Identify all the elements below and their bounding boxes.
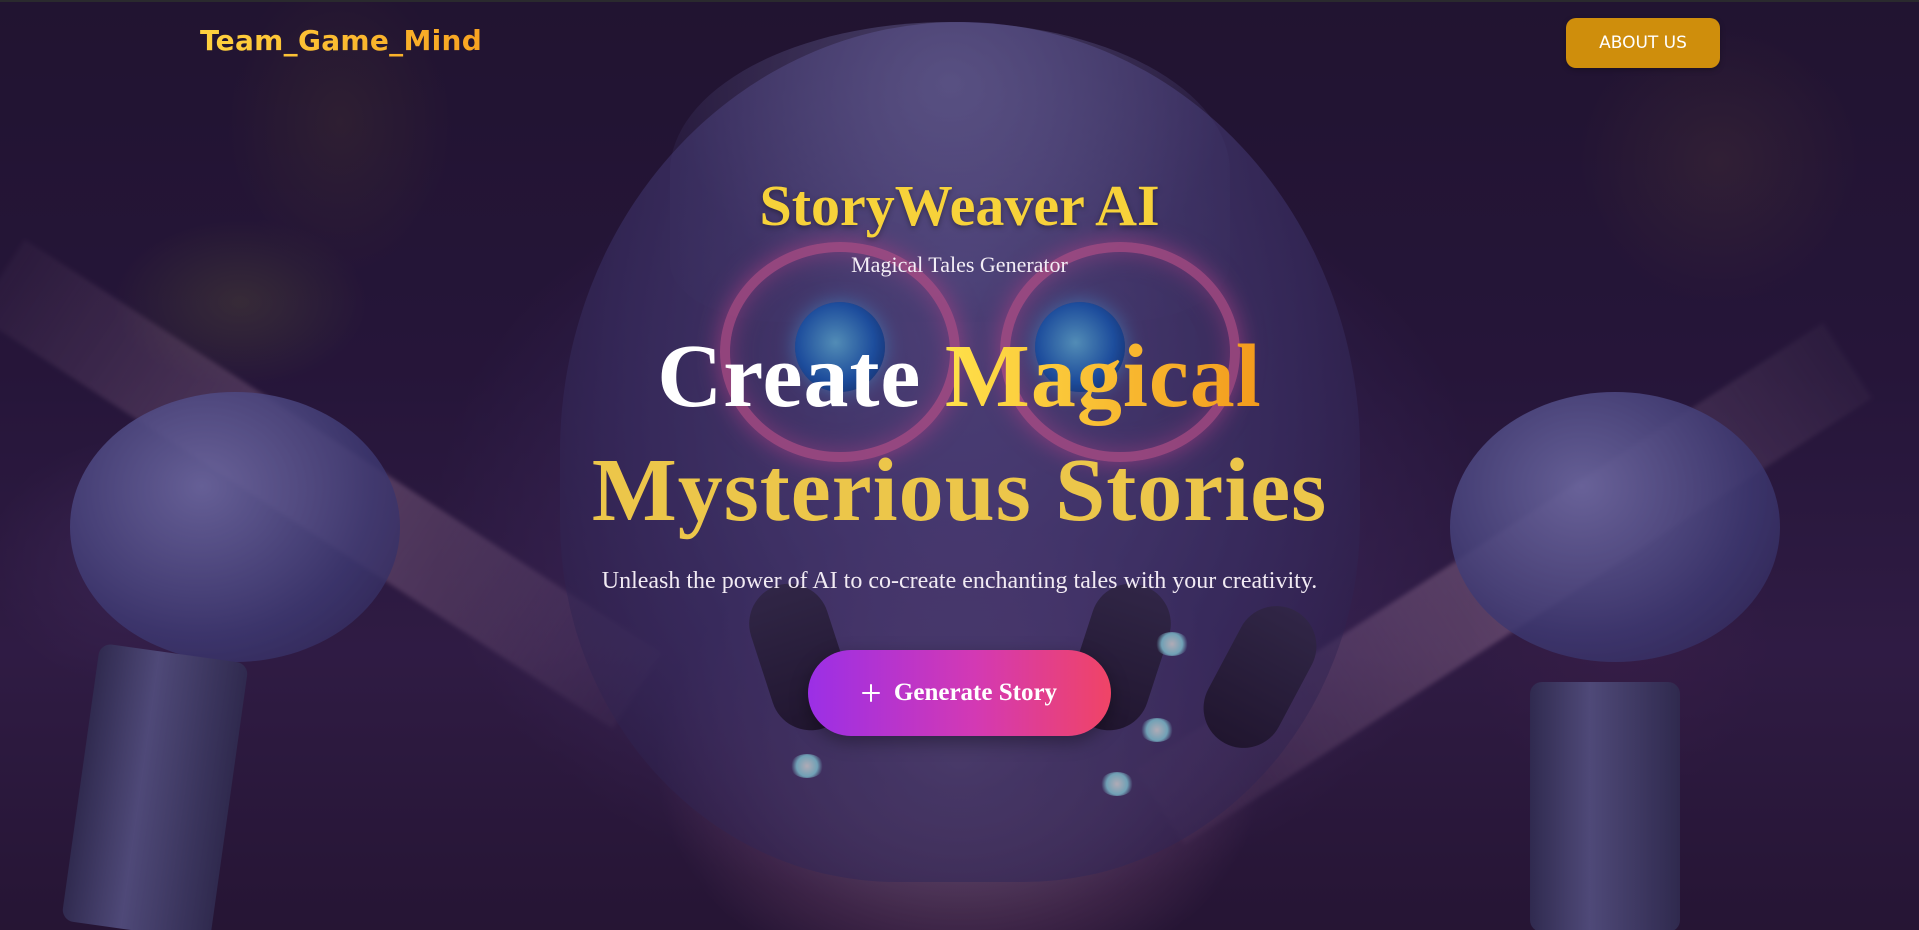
generate-story-label: Generate Story <box>893 679 1058 706</box>
plus-icon <box>861 684 880 702</box>
brand-logo[interactable]: Team_Game_Mind <box>200 24 482 57</box>
hero-headline: Create Magical Mysterious Stories <box>0 320 1919 548</box>
about-us-button[interactable]: ABOUT US <box>1566 18 1720 68</box>
headline-line-1: Create Magical <box>0 320 1919 434</box>
hero-tagline: Unleash the power of AI to co-create enc… <box>601 568 1318 594</box>
headline-word-magical: Magical <box>944 327 1262 426</box>
app-title: StoryWeaver AI <box>759 173 1160 238</box>
generate-story-button[interactable]: Generate Story <box>808 650 1111 736</box>
headline-line-2: Mysterious Stories <box>591 441 1328 540</box>
landing-page: Team_Game_Mind ABOUT US StoryWeaver AI M… <box>0 0 1919 930</box>
headline-word-create: Create <box>657 327 922 426</box>
app-subtitle: Magical Tales Generator <box>851 252 1068 277</box>
